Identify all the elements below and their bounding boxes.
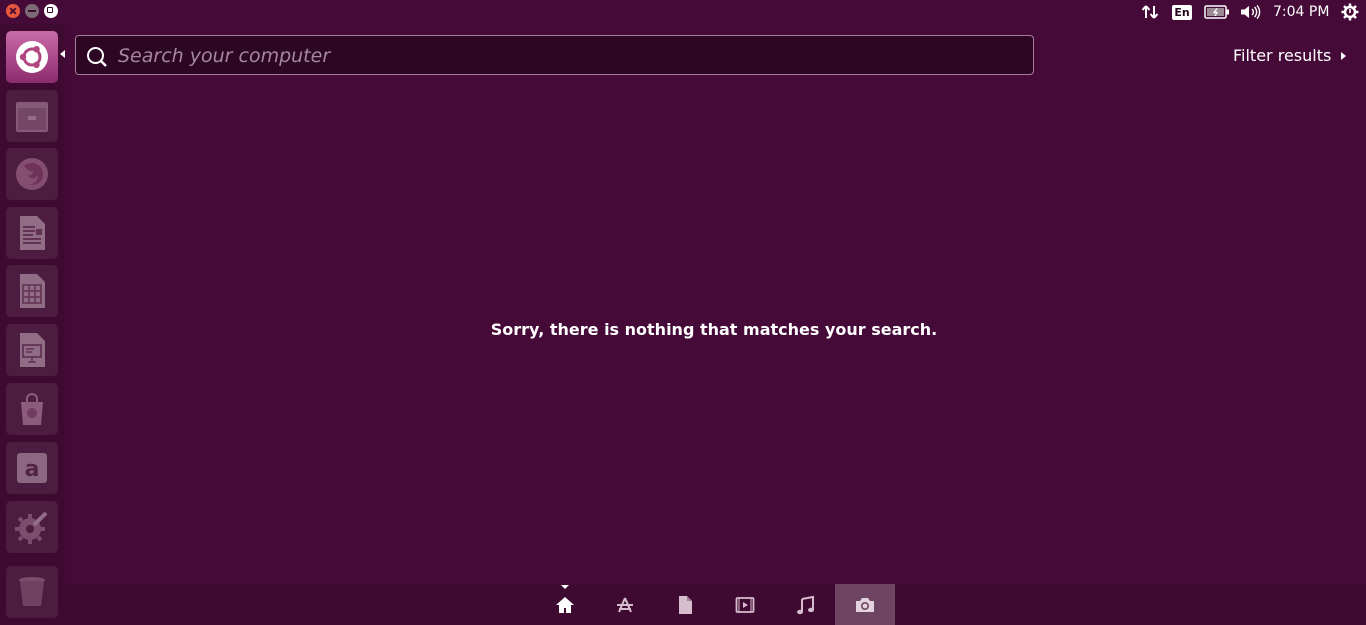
launcher-trash[interactable] xyxy=(6,566,58,618)
ubuntu-logo-icon xyxy=(16,41,48,73)
applications-icon xyxy=(617,597,633,612)
no-results-message: Sorry, there is nothing that matches you… xyxy=(490,320,938,339)
video-icon xyxy=(735,596,755,613)
firefox-icon xyxy=(16,158,48,190)
language-label: En xyxy=(1172,4,1192,20)
filter-results-toggle[interactable]: Filter results xyxy=(1233,46,1347,65)
launcher-libreoffice-writer[interactable] xyxy=(6,207,58,259)
search-bar[interactable] xyxy=(75,35,1034,75)
launcher-software-center[interactable] xyxy=(6,383,58,435)
settings-wrench-icon xyxy=(15,511,48,544)
launcher-firefox[interactable] xyxy=(6,148,58,200)
lens-video[interactable] xyxy=(715,584,775,625)
minimize-window-button[interactable] xyxy=(25,4,39,18)
network-icon[interactable] xyxy=(1140,3,1160,21)
keyboard-language-indicator[interactable]: En xyxy=(1172,3,1192,21)
camera-icon xyxy=(856,597,874,612)
filter-results-label: Filter results xyxy=(1233,46,1332,65)
top-panel: En 7:04 PM xyxy=(0,0,1366,24)
launcher-system-settings[interactable] xyxy=(6,501,58,553)
launcher-dash-button[interactable] xyxy=(6,31,58,83)
battery-icon[interactable] xyxy=(1204,3,1230,21)
trash-icon xyxy=(19,577,45,606)
launcher-amazon[interactable]: a xyxy=(6,442,58,494)
file-icon xyxy=(679,595,692,614)
lens-home[interactable] xyxy=(535,584,595,625)
search-input[interactable] xyxy=(116,40,1020,72)
maximize-window-button[interactable] xyxy=(44,4,58,18)
lens-applications[interactable] xyxy=(595,584,655,625)
chevron-right-icon xyxy=(1341,51,1347,60)
launcher-files[interactable] xyxy=(6,90,58,142)
music-note-icon xyxy=(797,595,814,614)
volume-icon[interactable] xyxy=(1239,3,1261,21)
close-window-button[interactable] xyxy=(6,4,20,18)
file-cabinet-icon xyxy=(16,102,48,132)
calc-spreadsheet-icon xyxy=(20,274,45,308)
shopping-bag-icon xyxy=(21,393,43,425)
clock[interactable]: 7:04 PM xyxy=(1273,3,1329,21)
amazon-icon: a xyxy=(17,453,47,483)
lens-bar xyxy=(65,584,1366,625)
launcher-libreoffice-calc[interactable] xyxy=(6,265,58,317)
search-icon xyxy=(87,47,107,67)
writer-document-icon xyxy=(20,216,45,250)
lens-files[interactable] xyxy=(655,584,715,625)
active-arrow-icon xyxy=(60,50,65,58)
lens-music[interactable] xyxy=(775,584,835,625)
home-icon xyxy=(556,596,574,613)
system-gear-icon[interactable] xyxy=(1340,3,1360,21)
lens-photos[interactable] xyxy=(835,584,895,625)
svg-text:a: a xyxy=(25,457,40,482)
